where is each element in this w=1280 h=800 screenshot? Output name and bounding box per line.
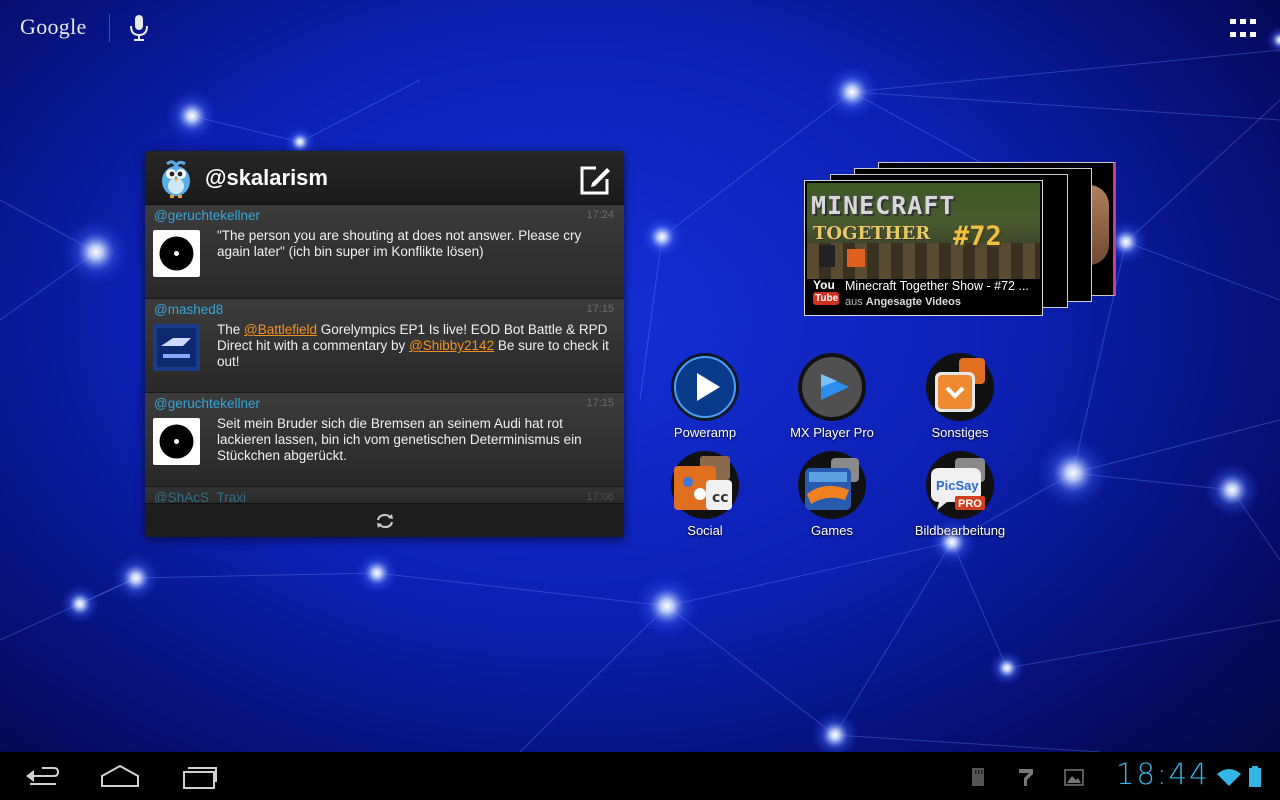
video-thumbnail[interactable]: MINECRAFT TOGETHER #72 (807, 183, 1040, 279)
tweet-text: "The person you are shouting at does not… (217, 228, 582, 259)
user-avatar[interactable] (153, 324, 200, 371)
notification-icon[interactable] (1016, 766, 1036, 788)
app-label: MX Player Pro (790, 425, 874, 440)
mx-player-icon (798, 353, 866, 421)
folder-social[interactable]: cc Social (650, 450, 760, 545)
youtube-video-card[interactable]: MINECRAFT TOGETHER #72 You Tube Minecraf… (804, 180, 1043, 316)
google-search-label[interactable]: Google (20, 14, 87, 40)
compose-icon[interactable] (578, 163, 612, 197)
tweet-username[interactable]: @geruchtekellner (154, 208, 260, 223)
top-divider (109, 14, 110, 42)
tweet-time: 17:15 (586, 397, 614, 409)
user-avatar[interactable] (153, 230, 200, 277)
refresh-icon[interactable] (375, 513, 395, 529)
tweet-text: The @Battlefield Gorelympics EP1 Is live… (217, 322, 612, 370)
tweet-item[interactable]: @geruchtekellner 17:24 "The person you a… (145, 205, 624, 299)
thumbnail-title-line1: MINECRAFT (811, 191, 956, 220)
app-label: Bildbearbeitung (914, 523, 1006, 538)
app-label: Poweramp (673, 425, 737, 440)
folder-sonstiges[interactable]: Sonstiges (905, 352, 1015, 447)
tweet-text-part: The (217, 322, 245, 337)
twitter-widget-header: @skalarism (145, 151, 624, 205)
video-source-prefix: aus (845, 296, 866, 308)
twitter-widget[interactable]: @skalarism @geruchtekellner 17:24 "The p… (145, 151, 624, 537)
picsay-pro-badge-text: PRO (958, 498, 982, 510)
tweet-mention-link[interactable]: @Shibby2142 (409, 338, 494, 353)
video-source: aus Angesagte Videos (845, 296, 961, 308)
thumbnail-episode-number: #72 (953, 221, 1002, 252)
tweet-item[interactable]: @mashed8 17:15 The @Battlefield Gorelymp… (145, 299, 624, 393)
poweramp-icon (671, 353, 739, 421)
battery-icon (1249, 766, 1261, 787)
folder-bildbearbeitung[interactable]: PicSay PRO Bildbearbeitung (905, 450, 1015, 545)
mic-icon[interactable] (128, 14, 150, 42)
gallery-icon[interactable] (1064, 766, 1084, 788)
home-icon[interactable] (100, 762, 140, 790)
bird-avatar-icon (162, 159, 190, 198)
app-poweramp[interactable]: Poweramp (650, 352, 760, 447)
tweet-text: Seit mein Bruder sich die Bremsen an sei… (217, 416, 582, 463)
tweet-item[interactable]: @ShAcS_Traxi 17:06 (145, 487, 624, 503)
youtube-logo-bottom: Tube (813, 292, 839, 305)
video-title[interactable]: Minecraft Together Show - #72 ... (845, 279, 1041, 293)
folder-games[interactable]: Games (777, 450, 887, 545)
system-navigation-bar (0, 752, 1280, 800)
tweet-item[interactable]: @geruchtekellner 17:15 Seit mein Bruder … (145, 393, 624, 487)
status-clock[interactable]: 18:44 (1116, 757, 1210, 791)
app-mx-player-pro[interactable]: MX Player Pro (777, 352, 887, 447)
youtube-logo-top: You (813, 278, 835, 292)
tweet-list[interactable]: @geruchtekellner 17:24 "The person you a… (145, 205, 624, 503)
folder-games-icon (798, 451, 866, 519)
wifi-icon (1217, 769, 1241, 786)
twitter-widget-footer (145, 503, 624, 537)
tweet-username[interactable]: @geruchtekellner (154, 396, 260, 411)
tweet-time: 17:24 (586, 209, 614, 221)
twitter-account-name: @skalarism (205, 164, 328, 190)
thumbnail-title-line2: TOGETHER (813, 223, 931, 244)
tweet-time: 17:15 (586, 303, 614, 315)
app-label: Social (687, 523, 723, 538)
picsay-badge-text: PicSay (936, 478, 979, 493)
folder-social-icon: cc (671, 451, 739, 519)
back-icon[interactable] (22, 762, 62, 790)
svg-text:cc: cc (712, 490, 729, 506)
youtube-widget[interactable]: MINECRAFT TOGETHER #72 You Tube Minecraf… (804, 162, 1116, 316)
sd-card-icon[interactable] (968, 766, 988, 788)
app-label: Games (811, 523, 853, 538)
all-apps-icon[interactable] (1230, 19, 1256, 37)
tweet-mention-link[interactable]: @Battlefield (244, 322, 317, 337)
user-avatar[interactable] (153, 418, 200, 465)
tweet-username[interactable]: @ShAcS_Traxi (154, 490, 246, 503)
tweet-time: 17:06 (586, 491, 614, 503)
recent-apps-icon[interactable] (180, 762, 220, 790)
app-label: Sonstiges (931, 425, 989, 440)
youtube-logo-icon: You Tube (813, 279, 839, 307)
video-source-name: Angesagte Videos (865, 296, 961, 308)
folder-sonstiges-icon (926, 353, 994, 421)
tweet-username[interactable]: @mashed8 (154, 302, 223, 317)
picsay-pro-icon: PicSay PRO (926, 451, 994, 519)
